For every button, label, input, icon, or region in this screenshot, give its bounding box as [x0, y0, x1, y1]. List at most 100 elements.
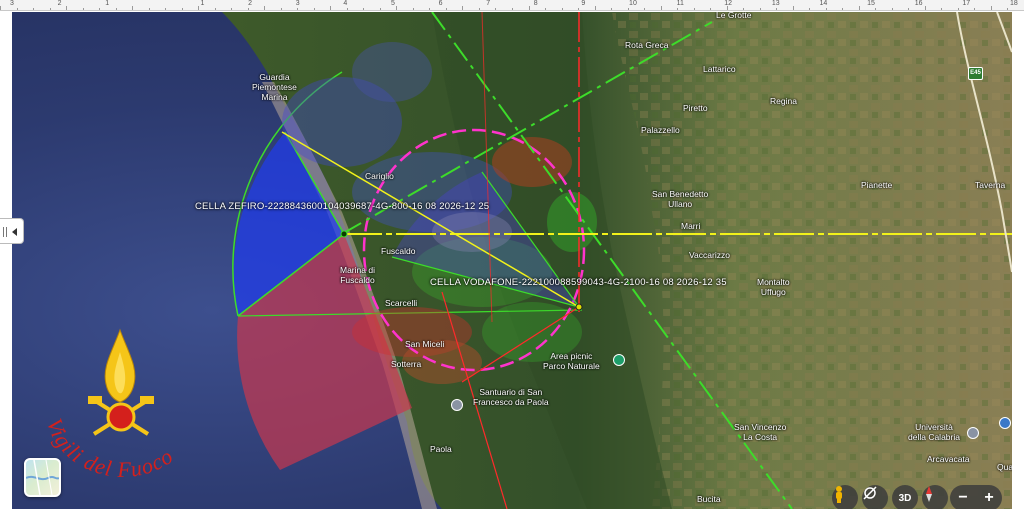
ruler-tick: [49, 8, 51, 10]
ruler-tick: [214, 8, 216, 10]
ruler-tick: [627, 8, 629, 10]
ruler-tick: [759, 8, 761, 10]
zoom-out-button[interactable]: −: [950, 485, 976, 509]
ruler-number: 2: [57, 0, 62, 7]
place-unical: Università della Calabria: [908, 422, 960, 442]
place-paola: Paola: [430, 444, 452, 454]
ruler-tick: [644, 8, 646, 10]
place-san-vincenzo: San Vincenzo La Costa: [734, 422, 787, 442]
ruler-tick: [908, 8, 910, 10]
rotate-view-icon[interactable]: [862, 485, 888, 509]
vodafone-site-marker[interactable]: [575, 303, 583, 311]
ruler-number: 10: [629, 0, 637, 7]
ruler-number: 3: [295, 0, 300, 7]
ruler-tick: [957, 8, 959, 10]
ruler-tick: [297, 8, 299, 10]
ruler-number: 16: [914, 0, 923, 7]
ruler-tick: [429, 8, 431, 10]
ruler-tick: [132, 6, 134, 10]
zoom-control[interactable]: − +: [950, 485, 1002, 509]
pegman-icon[interactable]: [832, 485, 858, 509]
ruler-number: 1: [200, 0, 205, 7]
place-bucita: Bucita: [697, 494, 721, 504]
ruler-number: 2: [248, 0, 252, 7]
school-poi-icon[interactable]: [999, 417, 1011, 429]
place-marina-fuscaldo: Marina di Fuscaldo: [340, 265, 375, 285]
place-sotterra: Sotterra: [391, 359, 422, 369]
ruler-tick: [693, 8, 695, 10]
ruler-tick: [264, 6, 266, 10]
ruler-number: 11: [676, 0, 684, 7]
place-san-benedetto: San Benedetto Ullano: [652, 189, 709, 209]
vodafone-cell-label: CELLA VODAFONE-222100088599043-4G-2100-1…: [430, 277, 727, 288]
ruler-number: 1: [105, 0, 110, 7]
ruler-tick: [743, 8, 745, 10]
place-lattarico: Lattarico: [703, 64, 736, 74]
ruler-tick: [445, 8, 447, 10]
ruler-tick: [776, 8, 778, 10]
ruler-tick: [611, 8, 613, 10]
ruler-tick: [858, 6, 860, 10]
ruler-tick: [379, 8, 381, 10]
ruler-tick: [115, 8, 117, 10]
ruler-tick: [891, 8, 893, 10]
ruler-number: 17: [962, 0, 971, 7]
university-poi-icon[interactable]: [967, 427, 979, 439]
ruler-tick: [528, 6, 530, 10]
ruler-number: 6: [438, 0, 443, 7]
ruler-tick: [1007, 8, 1009, 10]
ruler-tick: [545, 8, 547, 10]
ruler-number: 12: [724, 0, 733, 7]
ruler-tick: [512, 8, 513, 10]
place-cariglio: Cariglio: [365, 171, 394, 181]
place-san-miceli: San Miceli: [405, 339, 445, 349]
place-scarcelli: Scarcelli: [385, 298, 418, 308]
ruler-tick: [825, 8, 827, 10]
place-vaccarizzo: Vaccarizzo: [689, 250, 730, 260]
ruler-tick: [495, 8, 497, 10]
vigili-del-fuoco-wordmark: Vigili del Fuoco: [32, 322, 212, 482]
ruler-tick: [924, 6, 926, 10]
picnic-poi-icon[interactable]: [613, 354, 625, 366]
place-taverna: Taverna: [975, 180, 1006, 190]
place-montalto: Montalto Uffugo: [757, 277, 790, 297]
place-piretto: Piretto: [683, 103, 708, 113]
sanctuary-poi-icon[interactable]: [451, 399, 463, 411]
ruler-tick: [330, 6, 332, 10]
ruler-tick: [974, 8, 976, 10]
zoom-in-button[interactable]: +: [976, 485, 1002, 509]
layers-thumbnail-icon[interactable]: [24, 458, 61, 497]
ruler-tick: [16, 8, 18, 10]
zefiro-site-marker[interactable]: [340, 230, 348, 238]
place-le-grotte: Le Grotte: [716, 12, 752, 20]
ruler-number: 18: [1010, 0, 1018, 7]
svg-text:Vigili del Fuoco: Vigili del Fuoco: [42, 415, 178, 482]
3d-toggle-button[interactable]: 3D: [892, 485, 918, 509]
ruler-tick: [875, 8, 877, 10]
place-palazzello: Palazzello: [641, 125, 680, 135]
place-santuario: Santuario di San Francesco da Paola: [473, 387, 549, 407]
satellite-map[interactable]: CELLA ZEFIRO-222884360010403968​7-4G-800…: [12, 12, 1012, 509]
ruler-tick: [842, 8, 844, 10]
ruler-tick: [677, 8, 679, 10]
ruler-number: 9: [581, 0, 586, 7]
ruler-number: 14: [819, 0, 828, 7]
ruler-tick: [941, 8, 943, 10]
ruler-tick: [710, 8, 712, 10]
ruler-number: 15: [867, 0, 875, 7]
e45-road-shield: E45: [968, 67, 983, 80]
place-marri: Marri: [681, 221, 701, 231]
place-fuscaldo: Fuscaldo: [381, 246, 416, 256]
horizontal-ruler: 3 2 1 1 2 3 4 5 6 7 8 9 10 11 12 13 14 15 16 17 18: [0, 0, 1024, 11]
grip-icon: [3, 227, 7, 237]
ruler-tick: [346, 8, 348, 10]
ruler-tick: [0, 6, 1, 10]
ruler-number: 7: [486, 0, 491, 7]
panel-collapse-handle[interactable]: [0, 218, 24, 244]
ruler-tick: [280, 8, 282, 10]
compass-icon[interactable]: [922, 485, 948, 509]
ruler-tick: [990, 6, 992, 10]
ruler-tick: [578, 8, 580, 10]
ruler-tick: [561, 8, 563, 10]
place-qua: Qua: [997, 462, 1012, 472]
